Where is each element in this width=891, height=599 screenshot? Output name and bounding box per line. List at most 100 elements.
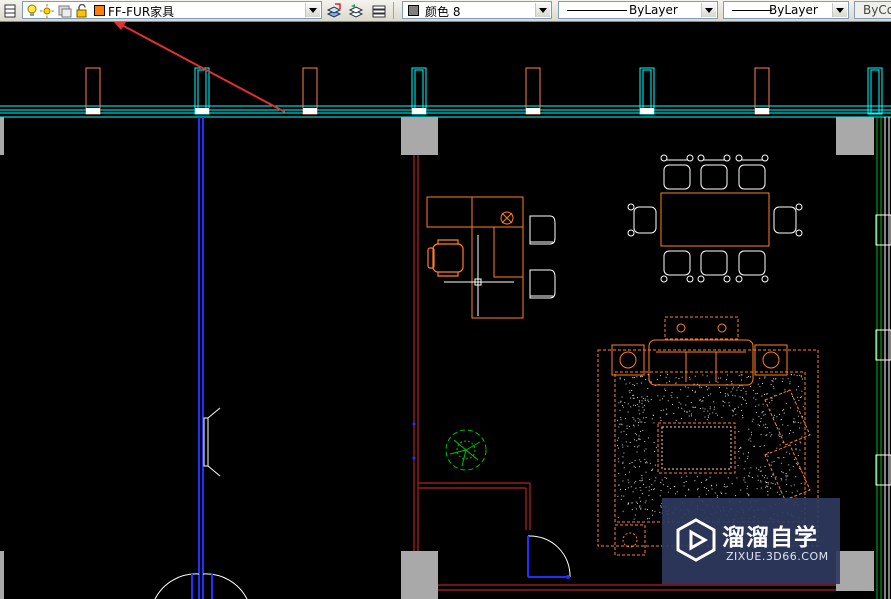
rug-stipple — [734, 408, 736, 409]
layer-properties-icon[interactable] — [2, 2, 18, 19]
rug-stipple — [635, 405, 636, 406]
rug-stipple — [782, 472, 784, 474]
rug-stipple — [776, 447, 778, 449]
rug-stipple — [747, 455, 749, 457]
color-label: 颜色 8 — [425, 5, 461, 19]
rug-stipple — [706, 488, 708, 489]
rug-stipple — [767, 455, 769, 457]
rug-stipple — [787, 378, 789, 380]
rug-stipple — [765, 486, 767, 488]
rug-stipple — [779, 414, 780, 415]
rug-stipple — [771, 380, 773, 382]
rug-stipple — [637, 502, 638, 504]
rug-stipple — [643, 417, 645, 419]
layer-thaw-sun-icon[interactable] — [40, 3, 54, 22]
rug-stipple — [789, 453, 791, 455]
rug-stipple — [691, 413, 692, 415]
rug-stipple — [645, 486, 647, 488]
rug-stipple — [617, 458, 619, 460]
layer-previous-icon[interactable] — [348, 2, 364, 19]
rug-stipple — [642, 411, 644, 413]
viewport-freeze-icon[interactable] — [58, 3, 72, 22]
rug-stipple — [730, 381, 732, 383]
rug-stipple — [627, 487, 629, 489]
rug-stipple — [637, 417, 639, 419]
layer-unlock-icon[interactable] — [76, 3, 88, 22]
rug-stipple — [678, 401, 680, 403]
rug-stipple — [789, 430, 791, 432]
rug-stipple — [638, 400, 640, 402]
rug-stipple — [622, 480, 624, 482]
lineweight-dropdown[interactable]: ByLayer — [723, 1, 849, 19]
rug-stipple — [688, 415, 690, 417]
rug-stipple — [726, 387, 728, 389]
rug-stipple — [780, 478, 782, 480]
chevron-down-icon[interactable] — [305, 3, 320, 17]
rug-stipple — [741, 379, 742, 381]
rug-stipple — [699, 408, 701, 409]
rug-stipple — [681, 417, 682, 419]
rug-stipple — [649, 478, 651, 480]
rug-stipple — [771, 398, 773, 400]
rug-stipple — [619, 378, 621, 380]
rug-stipple — [627, 503, 629, 505]
rug-stipple — [665, 390, 667, 391]
rug-stipple — [747, 485, 749, 487]
rug-stipple — [697, 487, 699, 489]
chevron-down-icon[interactable] — [535, 3, 550, 17]
rug-stipple — [755, 393, 757, 395]
rug-stipple — [717, 377, 719, 379]
rug-stipple — [724, 483, 725, 485]
rug-stipple — [799, 441, 801, 443]
rug-stipple — [634, 460, 636, 462]
rug-stipple — [723, 486, 725, 487]
rug-stipple — [738, 451, 740, 452]
rug-stipple — [757, 383, 759, 385]
rug-stipple — [738, 457, 740, 459]
rug-stipple — [797, 410, 799, 412]
chevron-down-icon[interactable] — [701, 3, 716, 17]
rug-stipple — [728, 405, 730, 407]
rug-stipple — [648, 490, 650, 492]
rug-stipple — [631, 502, 633, 504]
rug-stipple — [747, 458, 749, 459]
layer-on-bulb-icon[interactable] — [26, 3, 38, 22]
rug-stipple — [738, 375, 740, 377]
rug-stipple — [787, 475, 789, 477]
rug-stipple — [638, 435, 640, 437]
rug-stipple — [782, 424, 784, 426]
layer-dropdown[interactable]: FF-FUR家具 — [22, 1, 322, 19]
rug-stipple — [641, 421, 643, 423]
rug-stipple — [783, 408, 785, 410]
rug-stipple — [639, 466, 640, 468]
rug-stipple — [622, 456, 624, 458]
make-object-layer-current-icon[interactable] — [326, 2, 342, 19]
rug-stipple — [770, 482, 772, 484]
rug-stipple — [755, 412, 757, 414]
rug-stipple — [635, 480, 637, 482]
guest-chairs — [529, 215, 556, 299]
color-dropdown[interactable]: 颜色 8 — [402, 1, 552, 19]
rug-stipple — [731, 383, 733, 385]
rug-stipple — [681, 376, 683, 378]
rug-stipple — [666, 408, 668, 410]
rug-stipple — [758, 404, 760, 406]
layer-states-icon[interactable] — [371, 2, 387, 19]
rug-stipple — [702, 374, 704, 376]
rug-stipple — [745, 393, 747, 395]
rug-stipple — [635, 501, 637, 503]
linetype-dropdown[interactable]: ByLayer — [558, 1, 718, 19]
rug-stipple — [638, 421, 639, 423]
rug-stipple — [764, 466, 766, 467]
rug-stipple — [617, 495, 619, 497]
rug-stipple — [694, 480, 696, 482]
rug-stipple — [785, 474, 787, 476]
chevron-down-icon[interactable] — [832, 3, 847, 17]
rug-stipple — [640, 489, 642, 491]
rug-stipple — [760, 470, 762, 472]
rug-stipple — [701, 400, 703, 402]
rug-stipple — [756, 467, 757, 469]
rug-stipple — [748, 452, 749, 454]
plotstyle-dropdown[interactable]: ByCo — [854, 1, 891, 19]
rug-stipple — [623, 495, 625, 497]
